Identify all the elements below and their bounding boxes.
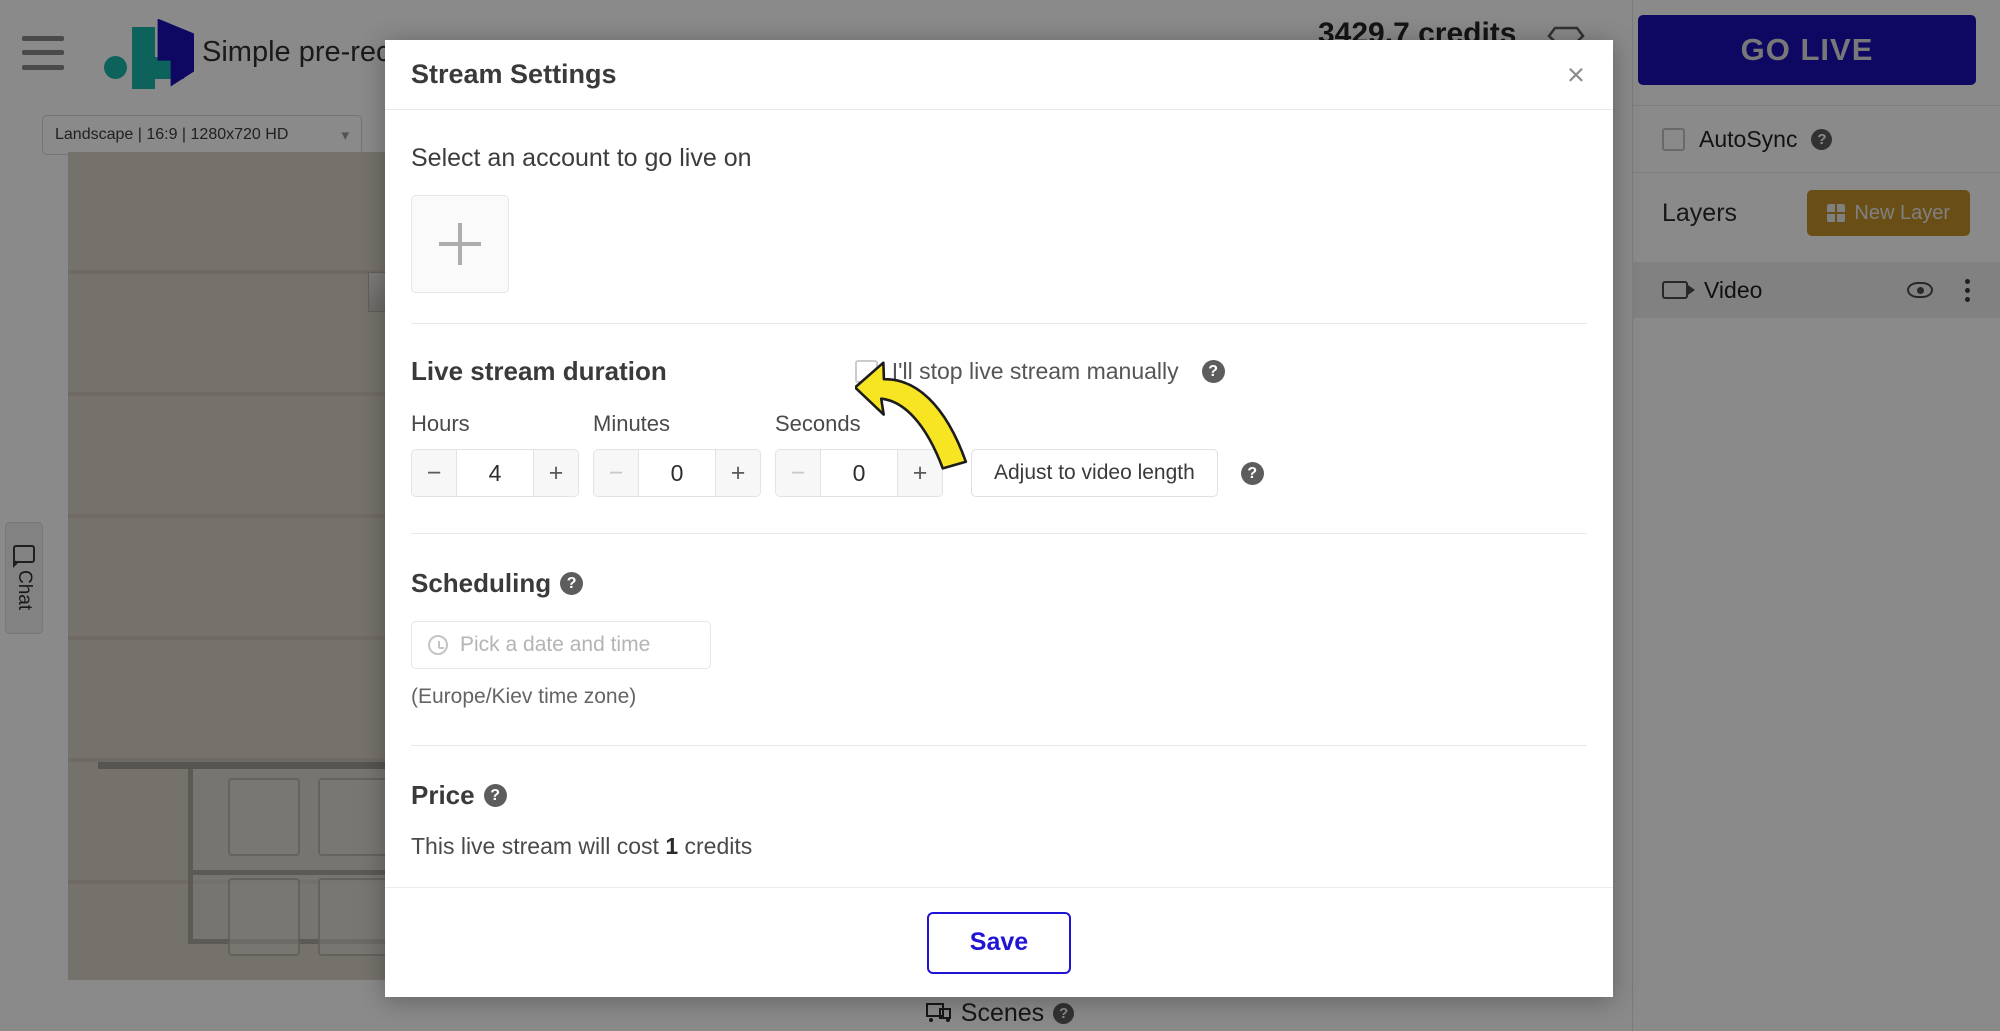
duration-steppers: Hours − 4 + Minutes − 0 + Seconds − 0 + … (411, 411, 1587, 497)
seconds-stepper[interactable]: − 0 + (775, 449, 943, 497)
manual-stop-help-icon[interactable]: ? (1201, 360, 1225, 383)
divider (411, 323, 1587, 324)
plus-icon (439, 223, 481, 265)
adjust-help-icon[interactable]: ? (1240, 462, 1264, 485)
date-time-input[interactable]: Pick a date and time (411, 621, 711, 669)
price-header: Price ? (411, 780, 1587, 811)
adjust-to-video-length-button[interactable]: Adjust to video length (971, 449, 1218, 497)
price-description: This live stream will cost 1 credits (411, 833, 1587, 860)
minutes-value[interactable]: 0 (638, 450, 716, 496)
modal-footer: Save (385, 887, 1613, 997)
timezone-note: (Europe/Kiev time zone) (411, 685, 637, 708)
scheduling-help-icon[interactable]: ? (560, 572, 584, 595)
price-help-icon[interactable]: ? (483, 784, 507, 807)
modal-body: Select an account to go live on Live str… (385, 110, 1613, 887)
add-account-tile[interactable] (411, 195, 509, 293)
hours-stepper-group: Hours − 4 + (411, 411, 579, 497)
price-suffix: credits (678, 833, 753, 859)
seconds-value[interactable]: 0 (820, 450, 898, 496)
hours-decrement-button[interactable]: − (412, 450, 456, 496)
stream-settings-dialog: Stream Settings × Select an account to g… (385, 40, 1613, 997)
minutes-decrement-button[interactable]: − (594, 450, 638, 496)
duration-title: Live stream duration (411, 356, 667, 386)
duration-header: Live stream duration I'll stop live stre… (411, 356, 1587, 387)
minutes-increment-button[interactable]: + (716, 450, 760, 496)
hours-label: Hours (411, 411, 470, 436)
account-section: Select an account to go live on (411, 110, 1587, 293)
hours-stepper[interactable]: − 4 + (411, 449, 579, 497)
price-amount: 1 (665, 833, 679, 859)
save-button[interactable]: Save (927, 911, 1071, 974)
date-time-placeholder: Pick a date and time (460, 633, 651, 656)
price-title: Price (411, 780, 475, 810)
account-section-label: Select an account to go live on (411, 144, 752, 172)
minutes-stepper-group: Minutes − 0 + (593, 411, 761, 497)
seconds-decrement-button[interactable]: − (776, 450, 820, 496)
price-prefix: This live stream will cost (411, 833, 666, 859)
manual-stop-row[interactable]: I'll stop live stream manually ? (854, 358, 1225, 385)
close-icon[interactable]: × (1567, 59, 1585, 90)
divider (411, 533, 1587, 534)
modal-header: Stream Settings × (385, 40, 1613, 110)
scheduling-title: Scheduling (411, 568, 552, 598)
hours-increment-button[interactable]: + (534, 450, 578, 496)
manual-stop-checkbox[interactable] (854, 360, 878, 383)
seconds-stepper-group: Seconds − 0 + (775, 411, 943, 497)
seconds-increment-button[interactable]: + (898, 450, 942, 496)
modal-title: Stream Settings (411, 59, 617, 89)
manual-stop-label: I'll stop live stream manually (891, 358, 1179, 384)
divider (411, 745, 1587, 746)
hours-value[interactable]: 4 (456, 450, 534, 496)
clock-icon (428, 635, 448, 655)
scheduling-header: Scheduling ? (411, 568, 1587, 599)
seconds-label: Seconds (775, 411, 861, 436)
minutes-stepper[interactable]: − 0 + (593, 449, 761, 497)
minutes-label: Minutes (593, 411, 671, 436)
